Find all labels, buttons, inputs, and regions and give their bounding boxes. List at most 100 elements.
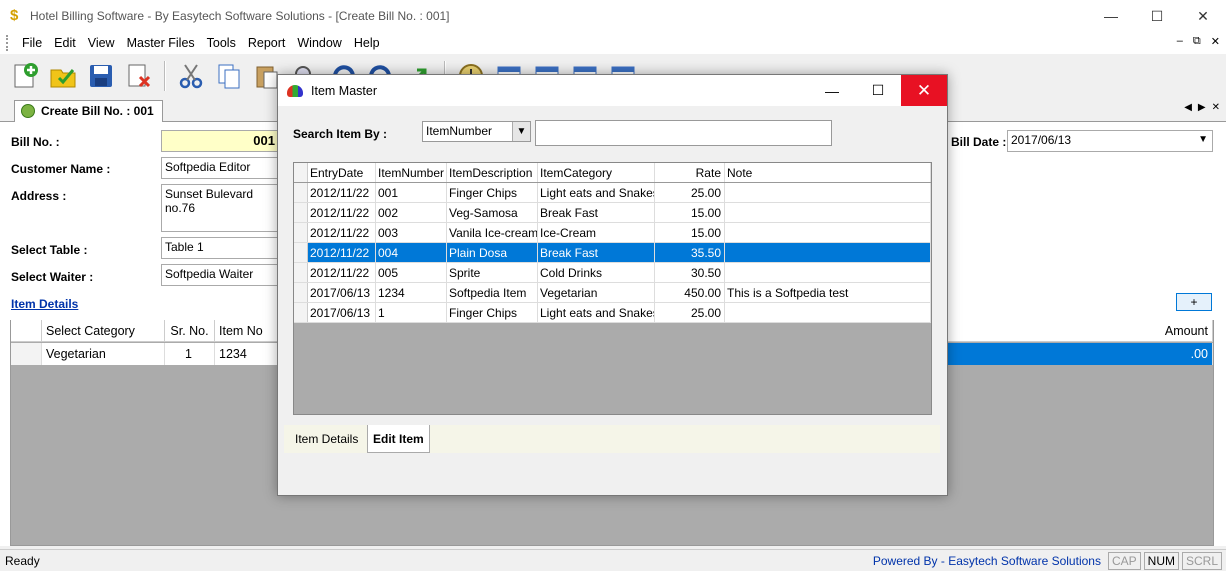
tab-close-button[interactable]: ✕ [1212, 102, 1220, 113]
bill-no-field[interactable]: 001 [161, 130, 279, 152]
category-cell[interactable]: Vegetarian [42, 343, 165, 365]
item-category-cell[interactable]: Cold Drinks [538, 263, 655, 282]
table-row[interactable]: 2012/11/22 003 Vanila Ice-cream Ice-Crea… [294, 223, 931, 243]
note-cell[interactable]: This is a Softpedia test [725, 283, 931, 302]
chevron-down-icon[interactable]: ▼ [1198, 134, 1208, 145]
table-row[interactable]: 2017/06/13 1234 Softpedia Item Vegetaria… [294, 283, 931, 303]
dialog-close-button[interactable]: ✕ [901, 75, 947, 106]
menu-window[interactable]: Window [291, 36, 347, 50]
entry-date-cell[interactable]: 2012/11/22 [308, 183, 376, 202]
item-description-cell[interactable]: Vanila Ice-cream [447, 223, 538, 242]
save-button[interactable] [84, 59, 118, 93]
row-selector[interactable] [11, 343, 42, 365]
item-description-cell[interactable]: Veg-Samosa [447, 203, 538, 222]
tab-edit-item[interactable]: Edit Item [367, 425, 430, 453]
row-selector[interactable] [294, 183, 308, 202]
copy-button[interactable] [212, 59, 246, 93]
column-header-select-category[interactable]: Select Category [42, 320, 165, 342]
row-selector[interactable] [294, 283, 308, 302]
entry-date-cell[interactable]: 2012/11/22 [308, 263, 376, 282]
column-header-item-description[interactable]: ItemDescription [447, 163, 538, 182]
menu-view[interactable]: View [82, 36, 121, 50]
mdi-minimize-button[interactable]: – [1177, 35, 1183, 48]
menu-help[interactable]: Help [348, 36, 386, 50]
amount-cell[interactable]: .00 [947, 343, 1213, 365]
cut-button[interactable] [174, 59, 208, 93]
tab-next-button[interactable]: ▶ [1198, 102, 1206, 113]
note-cell[interactable] [725, 303, 931, 322]
note-cell[interactable] [725, 203, 931, 222]
column-header-item-no[interactable]: Item No [215, 320, 279, 342]
new-button[interactable] [8, 59, 42, 93]
bill-date-picker[interactable]: 2017/06/13 ▼ [1007, 130, 1213, 152]
item-number-cell[interactable]: 003 [376, 223, 447, 242]
note-cell[interactable] [725, 223, 931, 242]
column-header-note[interactable]: Note [725, 163, 931, 182]
row-selector[interactable] [294, 223, 308, 242]
dialog-minimize-button[interactable]: — [809, 75, 855, 106]
item-category-cell[interactable]: Light eats and Snakes [538, 303, 655, 322]
open-button[interactable] [46, 59, 80, 93]
tab-prev-button[interactable]: ◀ [1184, 102, 1192, 113]
menu-edit[interactable]: Edit [48, 36, 82, 50]
table-select[interactable]: Table 1 [161, 237, 279, 259]
customer-name-field[interactable]: Softpedia Editor [161, 157, 279, 179]
item-description-cell[interactable]: Finger Chips [447, 183, 538, 202]
waiter-select[interactable]: Softpedia Waiter [161, 264, 279, 286]
item-number-cell[interactable]: 005 [376, 263, 447, 282]
item-category-cell[interactable]: Light eats and Snakes [538, 183, 655, 202]
item-category-cell[interactable]: Break Fast [538, 203, 655, 222]
column-header-amount[interactable]: Amount [947, 320, 1213, 342]
column-header-item-category[interactable]: ItemCategory [538, 163, 655, 182]
menu-file[interactable]: File [16, 36, 48, 50]
table-row[interactable]: 2017/06/13 1 Finger Chips Light eats and… [294, 303, 931, 323]
dialog-maximize-button[interactable]: ☐ [855, 75, 901, 106]
item-category-cell[interactable]: Vegetarian [538, 283, 655, 302]
item-category-cell[interactable]: Break Fast [538, 243, 655, 262]
note-cell[interactable] [725, 263, 931, 282]
rate-cell[interactable]: 15.00 [655, 223, 725, 242]
item-details-link[interactable]: Item Details [11, 297, 78, 311]
item-number-cell[interactable]: 002 [376, 203, 447, 222]
table-row-selected[interactable]: 2012/11/22 004 Plain Dosa Break Fast 35.… [294, 243, 931, 263]
entry-date-cell[interactable]: 2017/06/13 [308, 283, 376, 302]
item-description-cell[interactable]: Softpedia Item [447, 283, 538, 302]
sr-no-cell[interactable]: 1 [165, 343, 215, 365]
item-number-cell[interactable]: 001 [376, 183, 447, 202]
note-cell[interactable] [725, 243, 931, 262]
item-description-cell[interactable]: Plain Dosa [447, 243, 538, 262]
row-selector[interactable] [294, 263, 308, 282]
column-header-entry-date[interactable]: EntryDate [308, 163, 376, 182]
menu-tools[interactable]: Tools [201, 36, 242, 50]
item-category-cell[interactable]: Ice-Cream [538, 223, 655, 242]
row-selector[interactable] [294, 203, 308, 222]
item-number-cell[interactable]: 1234 [376, 283, 447, 302]
address-field[interactable]: Sunset Bulevard no.76 [161, 184, 279, 232]
rate-cell[interactable]: 35.50 [655, 243, 725, 262]
entry-date-cell[interactable]: 2012/11/22 [308, 243, 376, 262]
search-field-select[interactable]: ItemNumber ▼ [422, 121, 531, 142]
entry-date-cell[interactable]: 2012/11/22 [308, 203, 376, 222]
row-selector[interactable] [294, 303, 308, 322]
rate-cell[interactable]: 25.00 [655, 303, 725, 322]
tab-create-bill[interactable]: Create Bill No. : 001 [14, 100, 163, 122]
minimize-button[interactable]: — [1088, 0, 1134, 32]
column-header-sr-no[interactable]: Sr. No. [165, 320, 215, 342]
item-number-cell[interactable]: 004 [376, 243, 447, 262]
maximize-button[interactable]: ☐ [1134, 0, 1180, 32]
rate-cell[interactable]: 450.00 [655, 283, 725, 302]
item-description-cell[interactable]: Finger Chips [447, 303, 538, 322]
item-number-cell[interactable]: 1 [376, 303, 447, 322]
column-header-item-number[interactable]: ItemNumber [376, 163, 447, 182]
mdi-close-button[interactable]: ✕ [1211, 35, 1220, 48]
mdi-restore-button[interactable]: ⧉ [1193, 35, 1201, 48]
rate-cell[interactable]: 25.00 [655, 183, 725, 202]
entry-date-cell[interactable]: 2017/06/13 [308, 303, 376, 322]
item-description-cell[interactable]: Sprite [447, 263, 538, 282]
column-header-rate[interactable]: Rate [655, 163, 725, 182]
table-row[interactable]: 2012/11/22 001 Finger Chips Light eats a… [294, 183, 931, 203]
chevron-down-icon[interactable]: ▼ [512, 122, 530, 141]
table-row[interactable]: 2012/11/22 005 Sprite Cold Drinks 30.50 [294, 263, 931, 283]
menu-report[interactable]: Report [242, 36, 292, 50]
add-item-button[interactable]: + [1176, 293, 1212, 311]
